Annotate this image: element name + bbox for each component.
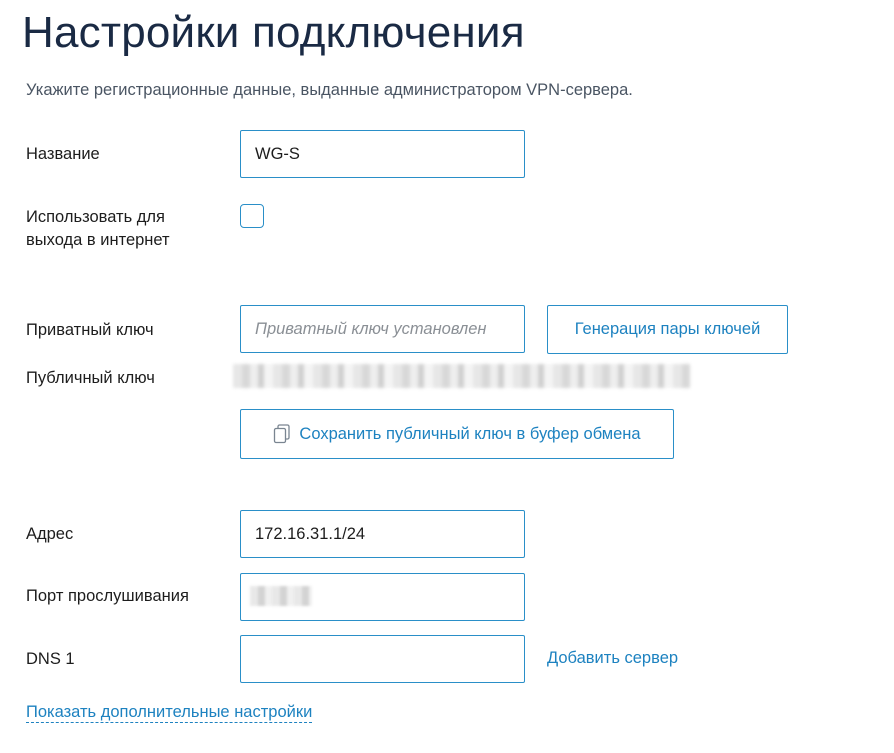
copy-public-key-button[interactable]: Сохранить публичный ключ в буфер обмена xyxy=(240,409,674,459)
add-server-link[interactable]: Добавить сервер xyxy=(547,649,678,668)
copy-public-key-label: Сохранить публичный ключ в буфер обмена xyxy=(299,424,641,443)
page-subtitle: Укажите регистрационные данные, выданные… xyxy=(26,81,633,99)
public-key-value-redacted xyxy=(233,364,690,388)
public-key-label: Публичный ключ xyxy=(26,369,155,387)
name-label: Название xyxy=(26,145,100,163)
listen-port-label: Порт прослушивания xyxy=(26,587,189,605)
advanced-settings-link[interactable]: Показать дополнительные настройки xyxy=(26,703,313,723)
advanced-settings-label: Показать дополнительные настройки xyxy=(26,703,313,723)
address-input[interactable] xyxy=(240,510,525,558)
address-label: Адрес xyxy=(26,525,74,543)
listen-port-value-redacted xyxy=(250,586,312,606)
internet-checkbox[interactable] xyxy=(240,204,264,228)
dns-label: DNS 1 xyxy=(26,650,75,668)
private-key-input[interactable] xyxy=(240,305,525,353)
internet-label: Использовать для выхода в интернет xyxy=(26,206,170,252)
page-title: Настройки подключения xyxy=(22,8,525,57)
dns-input[interactable] xyxy=(240,635,525,683)
internet-label-line2: выхода в интернет xyxy=(26,231,170,249)
copy-icon xyxy=(274,424,291,444)
name-input[interactable] xyxy=(240,130,525,178)
generate-keys-button[interactable]: Генерация пары ключей xyxy=(547,305,788,354)
internet-label-line1: Использовать для xyxy=(26,208,165,226)
private-key-label: Приватный ключ xyxy=(26,321,154,339)
